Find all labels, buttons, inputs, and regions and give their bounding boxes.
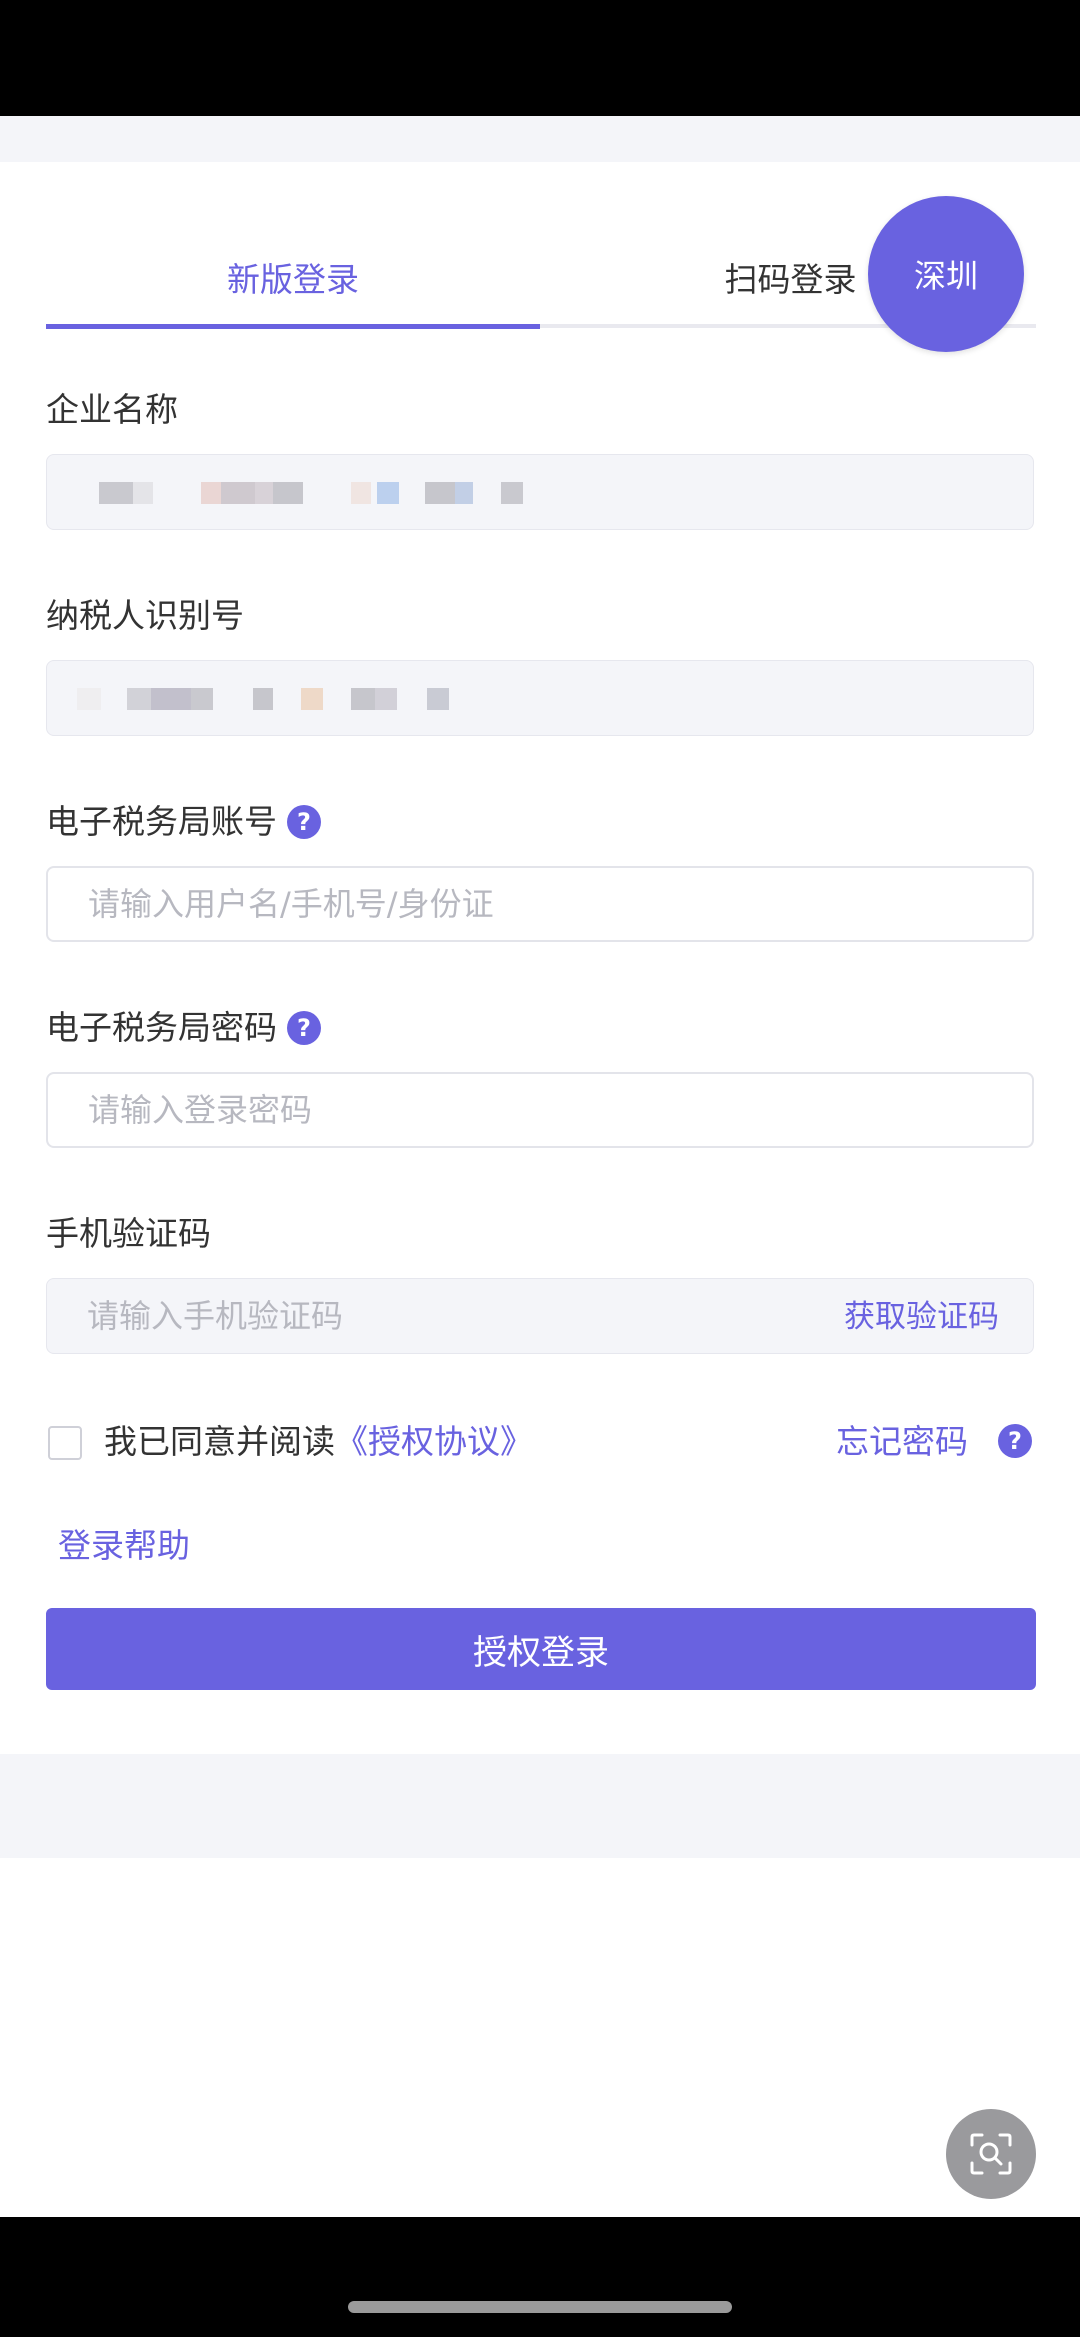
agreement-text: 我已同意并阅读《授权协议》 <box>104 1418 533 1466</box>
authorize-login-button[interactable]: 授权登录 <box>46 1608 1036 1690</box>
page-background-bottom <box>0 1754 1080 1858</box>
sms-code-label: 手机验证码 <box>46 1214 211 1253</box>
agreement-label: 我已同意并阅读 <box>104 1422 335 1461</box>
get-sms-code-button[interactable]: 获取验证码 <box>844 1279 999 1355</box>
account-field[interactable] <box>46 866 1034 942</box>
forgot-password-link[interactable]: 忘记密码 <box>836 1418 968 1466</box>
account-label-text: 电子税务局账号 <box>46 802 277 841</box>
password-label-text: 电子税务局密码 <box>46 1008 277 1047</box>
agreement-checkbox[interactable] <box>48 1426 82 1460</box>
question-icon[interactable]: ? <box>998 1424 1032 1458</box>
status-bar <box>0 0 1080 116</box>
company-name-field <box>46 454 1034 530</box>
tab-new-login[interactable]: 新版登录 <box>46 252 540 308</box>
taxpayer-id-label: 纳税人识别号 <box>46 596 244 635</box>
account-input[interactable] <box>48 868 1032 940</box>
navigation-bar <box>0 2217 1080 2337</box>
password-label: 电子税务局密码 ? <box>46 1004 321 1052</box>
question-icon[interactable]: ? <box>287 805 321 839</box>
home-indicator[interactable] <box>348 2301 732 2313</box>
question-icon[interactable]: ? <box>287 1011 321 1045</box>
page-background-top <box>0 116 1080 162</box>
region-badge[interactable]: 深圳 <box>868 196 1024 352</box>
scan-search-button[interactable] <box>946 2109 1036 2199</box>
account-label: 电子税务局账号 ? <box>46 798 321 846</box>
sms-code-field[interactable]: 获取验证码 <box>46 1278 1034 1354</box>
tab-underline-active <box>46 324 540 329</box>
password-field[interactable] <box>46 1072 1034 1148</box>
taxpayer-id-field <box>46 660 1034 736</box>
password-input[interactable] <box>48 1074 1032 1146</box>
login-help-link[interactable]: 登录帮助 <box>58 1522 190 1570</box>
company-name-label: 企业名称 <box>46 390 178 429</box>
authorization-agreement-link[interactable]: 《授权协议》 <box>335 1422 533 1461</box>
scan-search-icon <box>970 2133 1012 2175</box>
